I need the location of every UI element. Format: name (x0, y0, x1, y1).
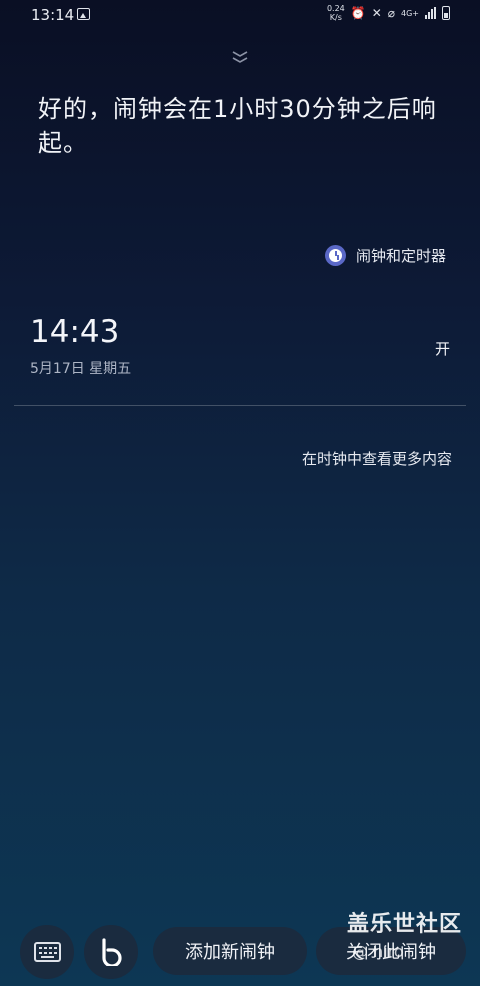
wifi-off-icon: ⌀ (387, 6, 395, 20)
net-speed: 0.24 K/s (327, 4, 345, 22)
watermark-title: 盖乐世社区 (347, 912, 463, 937)
keyboard-button[interactable] (20, 925, 74, 979)
alarm-time: 14:43 (30, 314, 120, 350)
mute-icon: ✕ (371, 6, 382, 20)
collapse-chevron-icon[interactable] (230, 48, 250, 66)
alarm-icon: ⏰ (350, 6, 366, 20)
status-bar: 13:14 0.24 K/s ⏰ ✕ ⌀ 4G+ (0, 0, 480, 28)
alarm-date: 5月17日 星期五 (30, 361, 132, 377)
app-label-text: 闹钟和定时器 (355, 247, 446, 265)
bixby-button[interactable] (84, 925, 138, 979)
alarm-item[interactable]: 14:43 5月17日 星期五 开 (14, 300, 466, 406)
net-speed-value: 0.24 (326, 4, 345, 13)
more-in-clock-link[interactable]: 在时钟中查看更多内容 (302, 448, 452, 469)
status-time: 13:14 (31, 6, 75, 24)
alarm-toggle[interactable]: 开 (435, 338, 450, 359)
clock-icon (324, 245, 346, 266)
add-alarm-button[interactable]: 添加新闹钟 (153, 927, 307, 975)
battery-icon (442, 6, 450, 20)
watermark-subtitle: @ hiro (352, 942, 404, 961)
keyboard-icon (33, 942, 61, 962)
net-speed-unit: K/s (329, 13, 342, 22)
signal-icon (425, 7, 436, 19)
gallery-icon (77, 8, 90, 20)
app-label[interactable]: 闹钟和定时器 (324, 245, 446, 266)
assistant-response: 好的，闹钟会在1小时30分钟之后响起。 (38, 95, 437, 157)
network-type: 4G+ (401, 8, 419, 18)
bixby-icon (102, 938, 122, 966)
status-icons: 0.24 K/s ⏰ ✕ ⌀ 4G+ (327, 4, 450, 22)
